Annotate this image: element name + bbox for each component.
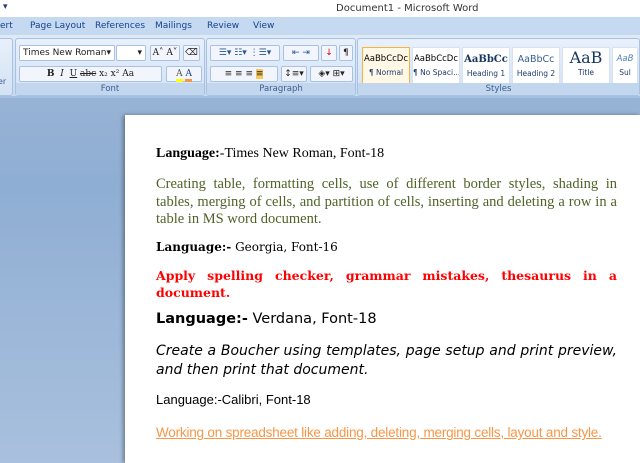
align-center-icon[interactable]: ≡ bbox=[235, 69, 243, 79]
font-format-buttons: B I U abc x₂ x² Aa bbox=[19, 66, 162, 82]
font-group-label: Font bbox=[16, 83, 204, 95]
justify-icon[interactable]: ≡ bbox=[255, 69, 264, 79]
strikethrough-button[interactable]: abc bbox=[80, 69, 96, 79]
font-size-select[interactable]: ▾ bbox=[116, 45, 146, 61]
indent-buttons[interactable]: ⇤ ⇥ bbox=[283, 45, 319, 61]
tab-references[interactable]: References bbox=[95, 21, 145, 31]
style-sample: AaB bbox=[569, 48, 603, 67]
tab-review[interactable]: Review bbox=[207, 21, 239, 31]
underline-button[interactable]: U bbox=[70, 69, 78, 79]
quick-access-dropdown-icon[interactable]: ▾ bbox=[3, 2, 8, 12]
clear-formatting-icon[interactable]: ⌫ bbox=[183, 45, 200, 61]
chevron-down-icon: ▾ bbox=[137, 48, 142, 58]
style-title[interactable]: AaB Title bbox=[562, 47, 610, 87]
language-line-4: Language:-Calibri, Font-18 bbox=[156, 392, 311, 407]
shading-borders-buttons[interactable]: ◈▾ ⊞▾ bbox=[310, 66, 353, 82]
style-name: Sul bbox=[619, 68, 631, 77]
tab-insert[interactable]: ert bbox=[0, 21, 13, 31]
tab-page-layout[interactable]: Page Layout bbox=[30, 21, 85, 31]
language-label: Language: bbox=[156, 146, 220, 161]
language-value: -Times New Roman, Font-18 bbox=[219, 146, 385, 161]
style-heading-1[interactable]: AaBbCc Heading 1 bbox=[462, 47, 510, 87]
paragraph-3: Create a Boucher using templates, page s… bbox=[156, 343, 617, 378]
bold-button[interactable]: B bbox=[47, 69, 55, 79]
style-sample: AaBbCc bbox=[464, 54, 508, 65]
show-formatting-icon[interactable]: ¶ bbox=[339, 45, 353, 61]
language-line-3: Language:- Verdana, Font-18 bbox=[156, 311, 617, 327]
highlight-button[interactable]: A bbox=[176, 69, 183, 82]
language-line-1: Language:-Times New Roman, Font-18 bbox=[156, 146, 617, 162]
superscript-button[interactable]: x² bbox=[111, 69, 120, 79]
paragraph-group-label: Paragraph bbox=[207, 83, 355, 95]
title-bar: ▾ Document1 - Microsoft Word bbox=[0, 0, 640, 17]
style-normal[interactable]: AaBbCcDc ¶ Normal bbox=[362, 47, 410, 87]
language-label: Language:- bbox=[156, 311, 248, 327]
window-title: Document1 - Microsoft Word bbox=[336, 3, 479, 14]
italic-button[interactable]: I bbox=[60, 69, 64, 79]
document-page[interactable]: Language:-Times New Roman, Font-18 Creat… bbox=[125, 115, 640, 463]
language-value: Georgia, Font-16 bbox=[231, 240, 338, 254]
chevron-down-icon: ▾ bbox=[106, 48, 111, 58]
align-right-icon[interactable]: ≡ bbox=[245, 69, 253, 79]
paragraph-2: Apply spelling checker, grammar mistakes… bbox=[156, 268, 617, 300]
style-sample: AaBbCcDc bbox=[413, 54, 459, 64]
style-name: Heading 2 bbox=[516, 69, 556, 78]
alignment-buttons: ≡ ≡ ≡ ≡ bbox=[210, 66, 278, 82]
paragraph-4: Working on spreadsheet like adding, dele… bbox=[156, 425, 602, 440]
subscript-button[interactable]: x₂ bbox=[99, 69, 108, 79]
style-name: ¶ Normal bbox=[368, 68, 404, 77]
tab-mailings[interactable]: Mailings bbox=[155, 21, 192, 31]
sort-icon[interactable]: ↓ bbox=[321, 45, 337, 61]
color-buttons: A A bbox=[166, 66, 202, 82]
style-sample: AaBbCcDc bbox=[363, 54, 409, 64]
align-left-icon[interactable]: ≡ bbox=[225, 69, 233, 79]
language-value: Verdana, Font-18 bbox=[247, 311, 377, 327]
style-no-spacing[interactable]: AaBbCcDc ¶ No Spaci... bbox=[412, 47, 460, 87]
paragraph-group: ☰▾ ☷▾ ⋮☰▾ ⇤ ⇥ ↓ ¶ ≡ ≡ ≡ ≡ ↕≡▾ ◈▾ ⊞▾ Para… bbox=[206, 38, 356, 96]
font-name-value: Times New Roman bbox=[23, 48, 107, 58]
change-case-button[interactable]: Aa bbox=[122, 69, 134, 79]
style-heading-2[interactable]: AaBbCc Heading 2 bbox=[512, 47, 560, 87]
line-spacing-icon[interactable]: ↕≡▾ bbox=[281, 66, 307, 82]
style-name: ¶ No Spaci... bbox=[413, 68, 459, 77]
clipboard-group: er bbox=[0, 38, 13, 96]
style-name: Title bbox=[577, 68, 595, 77]
style-sample: AaBbCc bbox=[517, 54, 555, 65]
font-color-button[interactable]: A bbox=[185, 69, 192, 82]
font-group: Times New Roman ▾ ▾ A˄ A˅ ⌫ B I U abc x₂ … bbox=[15, 38, 205, 96]
styles-group-label: Styles bbox=[358, 83, 639, 95]
list-buttons[interactable]: ☰▾ ☷▾ ⋮☰▾ bbox=[210, 45, 280, 61]
language-line-2: Language:- Georgia, Font-16 bbox=[156, 240, 617, 254]
clipboard-label: er bbox=[0, 77, 7, 86]
ribbon: er Times New Roman ▾ ▾ A˄ A˅ ⌫ B I U abc … bbox=[0, 35, 640, 98]
style-name: Heading 1 bbox=[466, 69, 506, 78]
styles-group: AaBbCcDc ¶ Normal AaBbCcDc ¶ No Spaci... A… bbox=[357, 38, 640, 96]
grow-shrink-font-button[interactable]: A˄ A˅ bbox=[150, 45, 180, 61]
ribbon-tabs: ert Page Layout References Mailings Revi… bbox=[0, 17, 640, 35]
tab-view[interactable]: View bbox=[253, 21, 274, 31]
font-name-select[interactable]: Times New Roman ▾ bbox=[19, 45, 115, 61]
style-sample: AaB bbox=[616, 54, 634, 64]
paragraph-1: Creating table, formatting cells, use of… bbox=[156, 176, 617, 227]
language-label: Language:- bbox=[156, 240, 232, 254]
style-subtitle[interactable]: AaB Sul bbox=[612, 47, 638, 87]
